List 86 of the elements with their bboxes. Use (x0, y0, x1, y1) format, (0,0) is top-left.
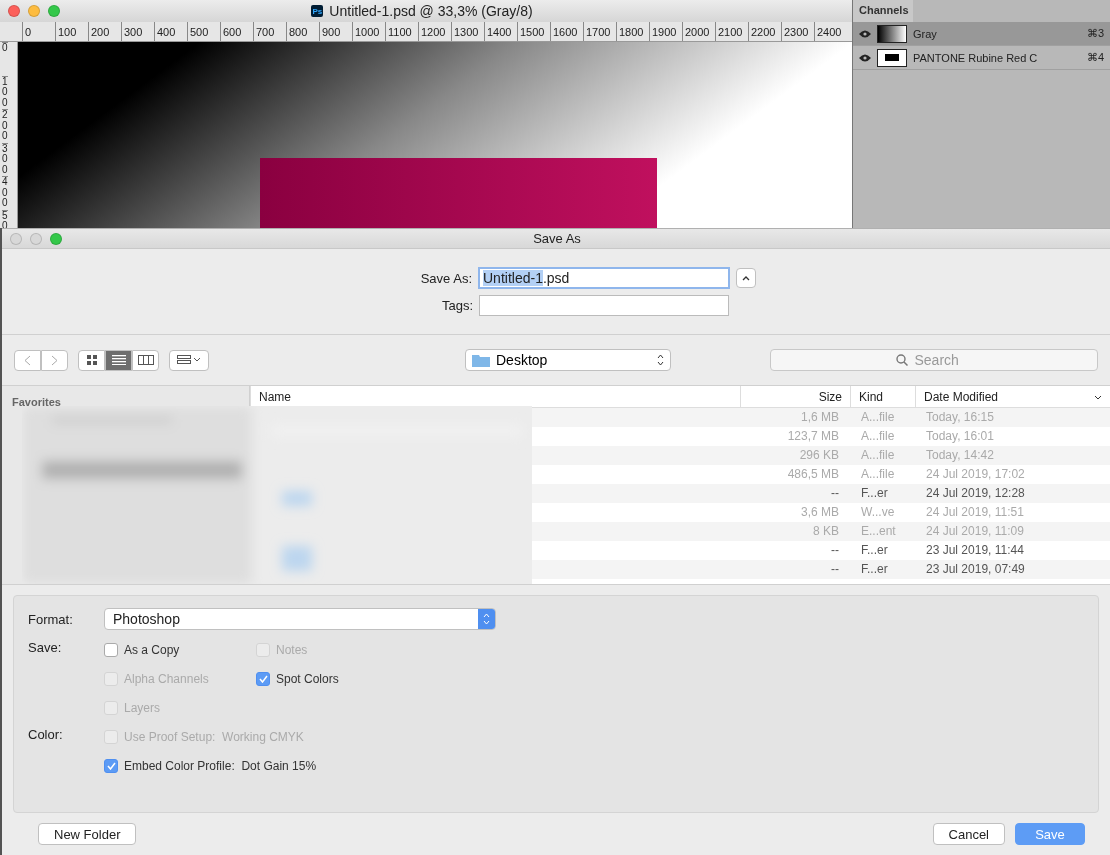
kind-cell-text: A...file (860, 428, 896, 445)
arrange-button[interactable] (169, 349, 209, 371)
kind-cell-text: A...file (860, 466, 896, 483)
kind-cell-text: E...ent (860, 523, 897, 540)
minimize-button[interactable] (30, 232, 42, 245)
columns-icon (137, 355, 154, 365)
location-dropdown[interactable]: Desktop (465, 349, 671, 371)
panel-tab[interactable]: Channels (853, 0, 913, 22)
back-button[interactable] (14, 349, 41, 371)
date-cell-text: 23 Jul 2019, 11:44 (925, 542, 1025, 559)
size-cell-text: -- (830, 542, 840, 559)
zoom-button[interactable] (50, 232, 62, 245)
collapse-button[interactable] (736, 268, 756, 288)
kind-cell-text: A...file (860, 447, 896, 464)
channel-name: Gray (913, 27, 938, 40)
channel-thumbnail (877, 48, 907, 67)
eye-icon[interactable] (859, 53, 871, 62)
size-cell-text: -- (830, 561, 840, 578)
channel-row[interactable]: Gray ⌘3 (853, 22, 1110, 46)
checkmark-icon (106, 761, 116, 770)
shortcut-label: ⌘4 (1086, 51, 1104, 64)
window-title: Untitled-1.psd @ 33,3% (Gray/8) (329, 3, 533, 19)
group-label: Color: (28, 727, 64, 742)
checkbox-option[interactable]: Embed Color Profile: Dot Gain 15% (104, 757, 317, 774)
close-button[interactable] (8, 5, 20, 17)
group-label: Save: (28, 640, 63, 655)
arrange-icon (177, 355, 201, 365)
chevron-up-icon (742, 275, 750, 281)
size-cell-text: 123,7 MB (786, 428, 840, 445)
folder-icon (472, 353, 490, 367)
field-label: Save As: (419, 270, 472, 286)
dialog-title: Save As (532, 231, 582, 246)
date-cell-text: 24 Jul 2019, 17:02 (925, 466, 1026, 483)
date-cell-text: Today, 14:42 (925, 447, 995, 464)
stepper-icon (657, 354, 664, 366)
channel-thumbnail (877, 24, 907, 43)
chevron-left-icon (24, 354, 31, 366)
size-cell-text: 296 KB (798, 447, 840, 464)
search-input[interactable]: Search (912, 351, 973, 369)
horizontal-ruler: 0 100 200 300 400 500 600 700 800 900 1000 1100 1200 1300 1400 1500 1600 1700 1800 1900 2000 2100 2200 2300 2400 (0, 22, 852, 42)
column-view-button[interactable] (132, 349, 159, 371)
field-label: Tags: (440, 298, 473, 313)
list-icon (111, 355, 126, 365)
date-cell-text: 24 Jul 2019, 11:51 (925, 504, 1025, 521)
date-cell-text: Today, 16:01 (925, 428, 995, 445)
eye-icon[interactable] (859, 29, 871, 38)
size-cell-text: -- (830, 485, 840, 502)
channel-row[interactable]: PANTONE Rubine Red C ⌘4 (853, 46, 1110, 70)
size-cell-text: 3,6 MB (800, 504, 840, 521)
tags-field[interactable] (479, 295, 729, 316)
date-cell-text: 24 Jul 2019, 11:09 (925, 523, 1025, 540)
checkmark-icon (258, 674, 268, 683)
date-cell-text: 23 Jul 2019, 07:49 (925, 561, 1026, 578)
chevron-right-icon (51, 354, 58, 366)
kind-cell-text: W...ve (860, 504, 896, 521)
dialog-button[interactable]: New Folder (38, 823, 137, 845)
size-cell-text: 486,5 MB (786, 466, 840, 483)
filename-field[interactable]: Untitled-1.psd (478, 267, 730, 289)
channel-name: PANTONE Rubine Red C (913, 51, 1039, 64)
size-cell-text: 8 KB (812, 523, 840, 540)
size-cell-text: 1,6 MB (800, 409, 840, 426)
grid-icon (86, 355, 97, 365)
kind-cell-text: A...file (860, 409, 896, 426)
minimize-button[interactable] (28, 5, 40, 17)
list-view-button[interactable] (105, 349, 132, 371)
icon-view-button[interactable] (78, 349, 105, 371)
kind-cell-text: F...er (860, 561, 889, 578)
shortcut-label: ⌘3 (1086, 27, 1104, 40)
dialog-button[interactable]: Cancel (932, 823, 1005, 845)
date-cell-text: 24 Jul 2019, 12:28 (925, 485, 1026, 502)
format-dropdown[interactable]: Photoshop (104, 608, 496, 630)
date-cell-text: Today, 16:15 (925, 409, 995, 426)
sidebar-heading: Favorites (12, 396, 61, 408)
chevron-down-icon (1094, 394, 1102, 400)
search-icon (895, 354, 908, 366)
close-button[interactable] (10, 232, 22, 245)
zoom-button[interactable] (48, 5, 60, 17)
stepper-icon (483, 613, 490, 625)
format-label: Format: (28, 611, 74, 627)
forward-button[interactable] (41, 349, 68, 371)
search-field[interactable]: Search (770, 349, 1098, 371)
kind-cell-text: F...er (860, 542, 889, 559)
checkbox-option[interactable]: Spot Colors (256, 670, 408, 687)
checkbox-option[interactable]: As a Copy (104, 641, 256, 658)
kind-cell-text: F...er (860, 485, 889, 502)
app-icon: Ps (311, 5, 324, 17)
